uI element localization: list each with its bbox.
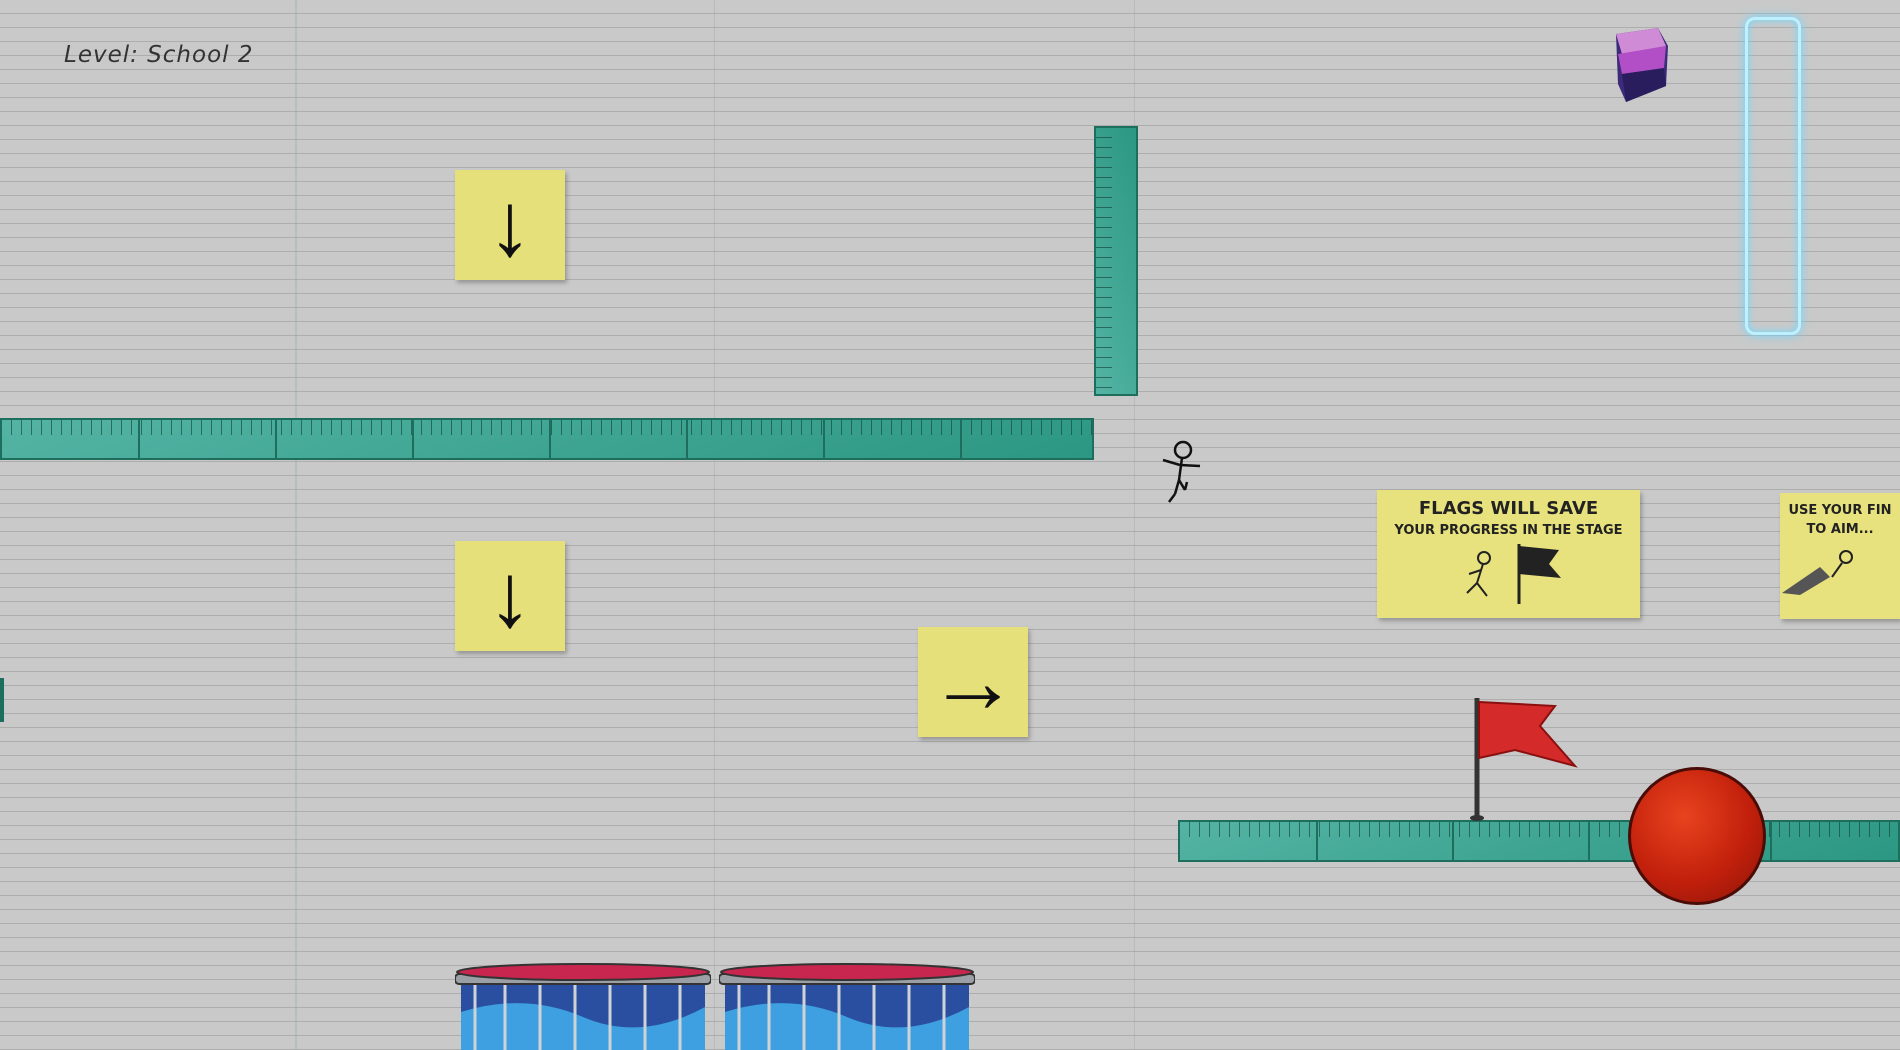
arrow-right-sticky: →: [918, 627, 1028, 737]
tip-note-aim: USE YOUR FIN TO AIM...: [1780, 493, 1900, 619]
stick-figure-player: [1162, 440, 1201, 503]
arrow-right-icon: →: [928, 631, 1018, 732]
arrow-down-icon: ↓: [487, 545, 533, 646]
eraser-collectible-icon: [1616, 28, 1668, 102]
drum-trampoline: [719, 963, 975, 1050]
ink-meter-gauge: [1745, 17, 1801, 335]
ruler-platform-bottom: [1178, 820, 1900, 862]
level-label: Level: School 2: [64, 42, 254, 68]
tip-note-flags-title: FLAGS WILL SAVE: [1418, 498, 1599, 519]
tip-note-aim-line1: USE YOUR FIN: [1788, 503, 1892, 518]
ruler-platform-top: [0, 418, 1094, 460]
tip-note-flags-text: YOUR PROGRESS IN THE STAGE: [1394, 523, 1623, 538]
flag-stickman-illustration: [1465, 544, 1561, 604]
ruler-stub: [0, 678, 4, 722]
game-stage[interactable]: Level: School 2 ↓ ↓ → FLAGS WILL SAVE YO…: [0, 0, 1900, 1050]
tip-note-aim-line2: TO AIM...: [1806, 522, 1874, 537]
arrow-down-icon: ↓: [487, 174, 533, 275]
notebook-margin-line: [714, 0, 715, 1050]
drum-trampoline: [455, 963, 711, 1050]
arrow-down-sticky: ↓: [455, 541, 565, 651]
aim-illustration: [1782, 550, 1853, 595]
checkpoint-flag: [1470, 698, 1578, 821]
ruler-wall-vertical: [1094, 126, 1138, 396]
arrow-down-sticky: ↓: [455, 170, 565, 280]
tip-note-flags: FLAGS WILL SAVE YOUR PROGRESS IN THE STA…: [1377, 490, 1640, 618]
red-ball-obstacle: [1628, 767, 1766, 905]
